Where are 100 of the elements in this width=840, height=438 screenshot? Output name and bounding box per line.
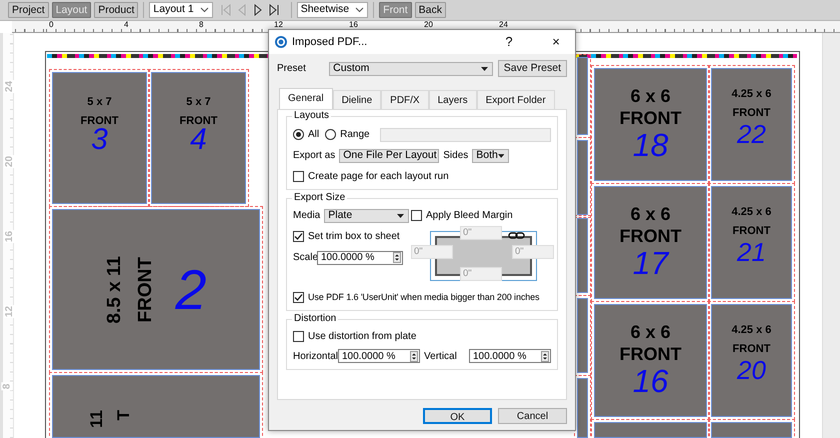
mode-select[interactable]: Sheetwise [296,2,368,18]
imposed-tile[interactable] [577,140,588,215]
export-as-dropdown[interactable]: One File Per Layout [339,148,440,162]
group-title: Distortion [292,312,338,324]
app-icon [275,36,287,48]
close-button[interactable]: × [541,32,571,52]
imposed-tile[interactable]: 5 x 7 FRONT 4 [151,72,246,204]
imposed-tile[interactable]: 6 x 6 FRONT 16 [594,304,707,417]
ruler-label: 12 [274,21,283,28]
checkbox-label: Apply Bleed Margin [426,209,513,223]
preset-dropdown[interactable]: Custom [329,62,493,76]
imposed-tile[interactable]: 4.25 x 6 FRONT 20 [711,304,792,417]
tile-size: 8.5 x 11 [105,256,124,324]
play-icon[interactable] [252,4,264,16]
ok-button[interactable]: OK [423,408,492,424]
tile-size: 4.25 x 6 [732,89,772,100]
tile-side: T [115,410,132,420]
tab[interactable]: Dieline [332,90,382,109]
ruler-label: 8 [199,21,204,28]
imposed-tile[interactable] [577,298,588,373]
checkbox[interactable] [411,210,422,221]
help-button[interactable]: ? [494,32,524,52]
chevron-icon [200,7,209,13]
ruler-label: 8 [1,382,12,390]
tile-size: 6 x 6 [630,205,671,223]
checkbox-label: Create page for each layout run [308,170,449,184]
tile-side: FRONT [732,226,770,237]
imposed-tile[interactable]: 5 x 7 FRONT 3 [52,72,147,204]
tile-size: 4.25 x 6 [732,207,772,218]
checkbox[interactable] [293,171,304,182]
tile-side: FRONT [732,108,770,119]
skip-forward-icon[interactable] [268,4,280,16]
imposed-tile[interactable]: 6 x 6 FRONT 17 [594,186,707,299]
ruler-label: 24 [4,80,16,94]
tile-side: FRONT [620,109,682,127]
ruler-label: 24 [499,21,508,28]
imposed-tile[interactable] [577,57,588,135]
imposed-tile[interactable]: 6 x 6 FRONT 18 [594,68,707,181]
tile-number: 4 [190,125,207,155]
spin-icon[interactable] [541,350,549,362]
window-title: Imposed PDF... [292,34,368,50]
tile-number: 18 [632,129,668,161]
tab[interactable]: PDF/X [381,90,429,109]
ruler-label: 0 [49,21,54,28]
tab[interactable]: Layers [428,90,477,109]
spin-icon[interactable] [410,350,418,362]
imposed-tile[interactable]: 11 T [52,375,260,438]
layout-select[interactable]: Layout 1 [149,2,213,18]
imposed-tile[interactable]: 4.25 x 6 FRONT 22 [711,68,792,181]
radio-button[interactable] [325,129,336,140]
radio-label: All [308,128,320,142]
checkbox-label: Use PDF 1.6 'UserUnit' when media bigger than 200 inches [308,291,540,304]
side-tab[interactable]: Back [414,2,446,18]
imposed-tile[interactable]: 8.5 x 11 FRONT 2 [52,209,260,370]
tile-size: 6 x 6 [630,323,671,341]
imposed-tile[interactable] [594,422,707,438]
scrollbar[interactable] [822,33,840,438]
checkbox[interactable] [293,330,304,342]
link-icon[interactable] [508,232,526,239]
tile-side: FRONT [180,116,218,127]
field-label: Sides [443,149,468,163]
vertical-spinbox[interactable]: 100.0000 % [468,349,551,363]
tile-number: 22 [737,121,766,147]
scale-spinbox[interactable]: 100.0000 % [317,250,403,264]
mode-tab[interactable]: Project [8,2,49,18]
radio-button[interactable] [293,129,304,140]
sides-dropdown[interactable]: Both [472,148,510,162]
tile-size: 5 x 7 [186,97,211,108]
imposed-tile[interactable] [577,378,588,438]
field-label: Preset [277,62,307,76]
tile-side: FRONT [620,227,682,245]
group-title: Export Size [292,192,348,204]
tile-number: 20 [737,357,766,383]
tile-number: 16 [632,365,668,397]
ruler-label: 16 [349,21,358,28]
spin-icon[interactable] [393,252,401,263]
imposed-tile[interactable]: 4.25 x 6 FRONT 21 [711,186,792,299]
imposed-tile[interactable] [711,422,792,438]
field-label: Media [293,209,320,223]
radio-label: Range [340,128,370,142]
tab[interactable]: General [279,88,333,109]
checkbox[interactable] [293,231,304,242]
range-field[interactable] [380,128,551,142]
horizontal-spinbox[interactable]: 100.0000 % [338,349,420,363]
tile-side: FRONT [80,116,118,127]
mode-tab[interactable]: Product [94,2,138,18]
save-preset-button[interactable]: Save Preset [498,60,567,77]
field-label: Export as [293,149,336,163]
imposed-tile[interactable] [577,218,588,293]
tab[interactable]: Export Folder [476,90,555,109]
tile-number: 17 [632,247,668,279]
chevron-icon [355,7,364,13]
media-dropdown[interactable]: Plate [324,208,409,222]
tile-side: FRONT [136,256,156,322]
cancel-button[interactable]: Cancel [498,408,567,424]
checkbox[interactable] [293,292,304,304]
ruler-label: 12 [4,304,16,318]
ruler-label: 20 [424,21,433,28]
tile-number: 3 [91,125,108,155]
tile-side: FRONT [620,345,682,363]
